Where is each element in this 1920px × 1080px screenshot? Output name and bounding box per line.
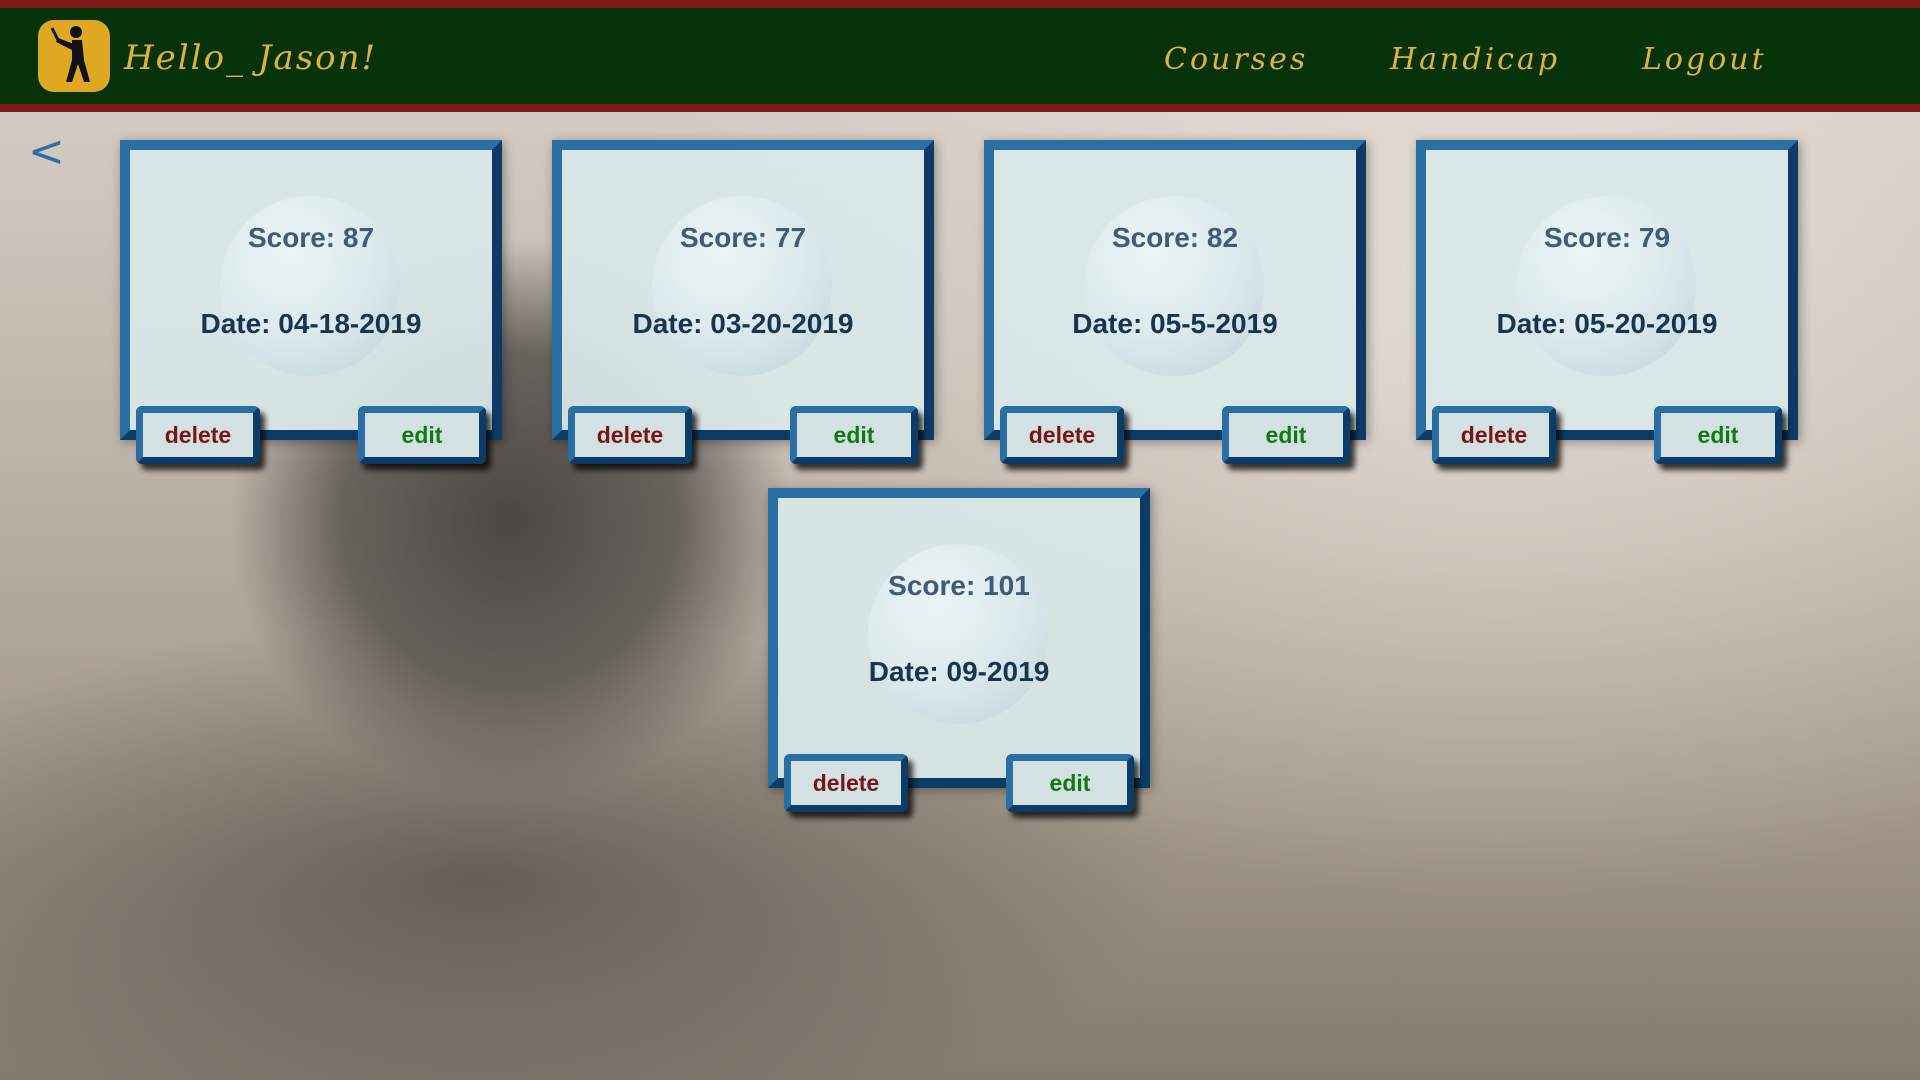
- round-date: Date: 05-5-2019: [1072, 308, 1278, 339]
- round-score: Score: 101: [888, 570, 1030, 601]
- back-arrow-button[interactable]: <: [28, 126, 65, 177]
- edit-button[interactable]: edit: [1654, 406, 1782, 464]
- nav-handicap-link[interactable]: Handicap: [1390, 42, 1560, 77]
- edit-button[interactable]: edit: [358, 406, 486, 464]
- delete-button[interactable]: delete: [568, 406, 692, 464]
- round-score: Score: 79: [1543, 222, 1671, 253]
- edit-button[interactable]: edit: [1006, 754, 1134, 812]
- delete-button[interactable]: delete: [136, 406, 260, 464]
- round-date: Date: 09-2019: [868, 656, 1050, 687]
- round-card: Score: 82 Date: 05-5-2019 delete edit: [984, 140, 1366, 464]
- nav-logout-link[interactable]: Logout: [1642, 42, 1767, 77]
- round-card: Score: 101 Date: 09-2019 delete edit: [768, 488, 1150, 812]
- round-card: Score: 77 Date: 03-20-2019 delete edit: [552, 140, 934, 464]
- greeting-text: Hello_ Jason!: [124, 38, 378, 78]
- navbar: Hello_ Jason! Courses Handicap Logout: [0, 8, 1920, 112]
- round-date: Date: 05-20-2019: [1496, 308, 1718, 339]
- edit-button[interactable]: edit: [1222, 406, 1350, 464]
- round-date: Date: 04-18-2019: [200, 308, 422, 339]
- round-score: Score: 87: [247, 222, 375, 253]
- delete-button[interactable]: delete: [1432, 406, 1556, 464]
- round-score: Score: 77: [679, 222, 807, 253]
- delete-button[interactable]: delete: [1000, 406, 1124, 464]
- top-accent-line: [0, 0, 1920, 8]
- round-card: Score: 79 Date: 05-20-2019 delete edit: [1416, 140, 1798, 464]
- round-date: Date: 03-20-2019: [632, 308, 854, 339]
- delete-button[interactable]: delete: [784, 754, 908, 812]
- round-card: Score: 87 Date: 04-18-2019 delete edit: [120, 140, 502, 464]
- nav-courses-link[interactable]: Courses: [1164, 42, 1308, 77]
- golfer-icon[interactable]: [38, 20, 110, 92]
- round-score: Score: 82: [1111, 222, 1239, 253]
- edit-button[interactable]: edit: [790, 406, 918, 464]
